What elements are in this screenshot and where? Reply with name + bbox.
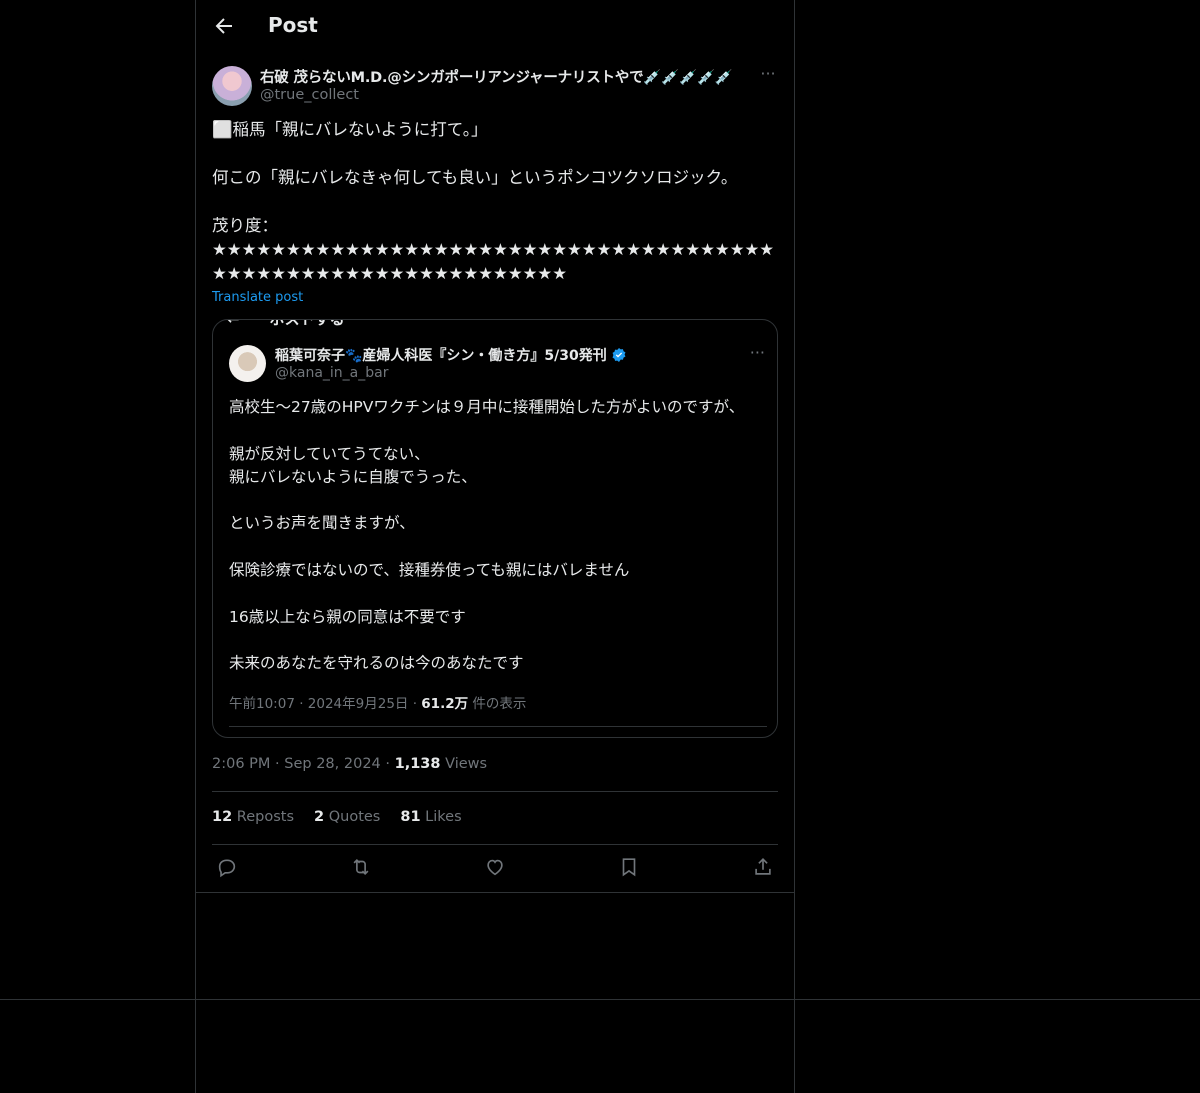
- bookmark-icon[interactable]: [618, 856, 640, 878]
- main-column: Post 右破 茂らないM.D.@シンガポーリアンジャーナリストやで💉💉💉💉💉 …: [195, 0, 795, 1093]
- verified-icon: [612, 348, 626, 362]
- more-icon[interactable]: ···: [758, 66, 778, 86]
- quote-views-count: 61.2万: [421, 696, 469, 712]
- post-text: ⬜稲馬「親にバレないように打て。」 何この「親にバレなきゃ何しても良い」というポ…: [212, 120, 775, 283]
- quoted-post[interactable]: ← ポストする 稲葉可奈子🐾産婦人科医『シン・働き方』5/30発刊 @kana_…: [212, 319, 778, 738]
- likes-count: 81: [400, 809, 421, 825]
- quote-views-label: 件の表示: [468, 696, 527, 712]
- quotes-label: Quotes: [324, 809, 381, 825]
- page-title: Post: [268, 13, 318, 37]
- likes-label: Likes: [420, 809, 462, 825]
- quote-meta: 午前10:07 · 2024年9月25日 · 61.2万 件の表示: [229, 692, 526, 712]
- avatar[interactable]: [212, 66, 252, 106]
- page-header: Post: [196, 0, 794, 53]
- post-bottom-border: [196, 892, 794, 893]
- share-icon[interactable]: [752, 856, 774, 878]
- action-bar: [212, 856, 778, 882]
- views-label: Views: [440, 756, 488, 772]
- author-display-name[interactable]: 右破 茂らないM.D.@シンガポーリアンジャーナリストやで💉💉💉💉💉: [260, 66, 733, 87]
- reposts-label: Reposts: [232, 809, 295, 825]
- quote-avatar: [229, 345, 266, 382]
- translate-post-link[interactable]: Translate post: [212, 290, 303, 305]
- quotes-count: 2: [314, 809, 325, 825]
- post-meta: 2:06 PM · Sep 28, 2024 · 1,138 Views: [212, 756, 487, 772]
- engagement-stats: 12 Reposts 2 Quotes 81 Likes: [212, 809, 462, 825]
- quote-author-handle: @kana_in_a_bar: [275, 365, 389, 381]
- stats-divider-top: [212, 791, 778, 792]
- back-arrow-icon[interactable]: [212, 14, 236, 38]
- post-author: 右破 茂らないM.D.@シンガポーリアンジャーナリストやで💉💉💉💉💉 @true…: [212, 64, 778, 108]
- quote-author-name: 稲葉可奈子🐾産婦人科医『シン・働き方』5/30発刊: [275, 345, 627, 365]
- post-time[interactable]: 2:06 PM: [212, 756, 270, 772]
- repost-icon[interactable]: [350, 856, 372, 878]
- meta-separator: ·: [380, 756, 395, 772]
- quote-text: 高校生〜27歳のHPVワクチンは９月中に接種開始した方がよいのですが、 親が反対…: [229, 398, 745, 673]
- views-count: 1,138: [394, 756, 441, 772]
- quotes-stat[interactable]: 2 Quotes: [314, 809, 380, 825]
- quote-timestamp: 午前10:07 · 2024年9月25日 ·: [229, 696, 422, 712]
- post-date[interactable]: Sep 28, 2024: [284, 756, 381, 772]
- reposts-count: 12: [212, 809, 233, 825]
- quote-divider: [229, 726, 767, 727]
- author-handle[interactable]: @true_collect: [260, 87, 359, 103]
- stats-divider-bottom: [212, 844, 778, 845]
- likes-stat[interactable]: 81 Likes: [400, 809, 461, 825]
- reply-icon[interactable]: [216, 856, 238, 878]
- quote-cropped-header: ← ポストする: [227, 319, 345, 328]
- quote-author-name-text: 稲葉可奈子🐾産婦人科医『シン・働き方』5/30発刊: [275, 348, 607, 364]
- like-icon[interactable]: [484, 856, 506, 878]
- quote-more-icon[interactable]: ···: [750, 345, 765, 361]
- meta-separator: ·: [270, 756, 285, 772]
- reposts-stat[interactable]: 12 Reposts: [212, 809, 294, 825]
